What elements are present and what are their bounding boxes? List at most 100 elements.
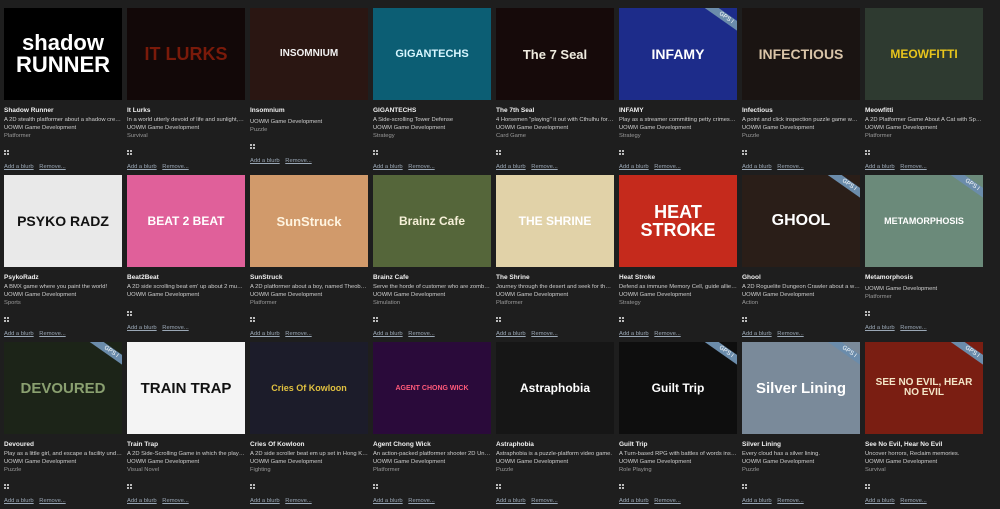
game-thumbnail[interactable]: PSYKO RADZ bbox=[4, 175, 122, 267]
game-title[interactable]: GIGANTECHS bbox=[373, 107, 491, 114]
game-developer[interactable]: UOWM Game Development bbox=[619, 292, 737, 298]
game-developer[interactable]: UOWM Game Development bbox=[4, 459, 122, 465]
game-developer[interactable]: UOWM Game Development bbox=[496, 292, 614, 298]
add-blurb-link[interactable]: Add a blurb bbox=[496, 164, 526, 170]
remove-link[interactable]: Remove... bbox=[285, 498, 311, 504]
remove-link[interactable]: Remove... bbox=[900, 498, 926, 504]
game-title[interactable]: Beat2Beat bbox=[127, 274, 245, 281]
remove-link[interactable]: Remove... bbox=[900, 325, 926, 331]
game-developer[interactable]: UOWM Game Development bbox=[250, 119, 368, 125]
game-developer[interactable]: UOWM Game Development bbox=[742, 125, 860, 131]
game-title[interactable]: Meowfitti bbox=[865, 107, 983, 114]
game-developer[interactable]: UOWM Game Development bbox=[865, 125, 983, 131]
add-blurb-link[interactable]: Add a blurb bbox=[865, 164, 895, 170]
game-title[interactable]: Heat Stroke bbox=[619, 274, 737, 281]
game-developer[interactable]: UOWM Game Development bbox=[373, 292, 491, 298]
add-blurb-link[interactable]: Add a blurb bbox=[4, 498, 34, 504]
remove-link[interactable]: Remove... bbox=[777, 498, 803, 504]
add-blurb-link[interactable]: Add a blurb bbox=[865, 325, 895, 331]
game-title[interactable]: Metamorphosis bbox=[865, 274, 983, 281]
game-thumbnail[interactable]: IT LURKS bbox=[127, 8, 245, 100]
game-title[interactable]: Cries Of Kowloon bbox=[250, 441, 368, 448]
add-blurb-link[interactable]: Add a blurb bbox=[127, 325, 157, 331]
game-thumbnail[interactable]: THE SHRINE bbox=[496, 175, 614, 267]
game-thumbnail[interactable]: GIGANTECHS bbox=[373, 8, 491, 100]
game-title[interactable]: The Shrine bbox=[496, 274, 614, 281]
game-thumbnail[interactable]: GPS I Guilt Trip bbox=[619, 342, 737, 434]
game-thumbnail[interactable]: GPS I INFAMY bbox=[619, 8, 737, 100]
remove-link[interactable]: Remove... bbox=[654, 164, 680, 170]
remove-link[interactable]: Remove... bbox=[408, 331, 434, 337]
game-thumbnail[interactable]: shadow RUNNER bbox=[4, 8, 122, 100]
remove-link[interactable]: Remove... bbox=[654, 331, 680, 337]
add-blurb-link[interactable]: Add a blurb bbox=[373, 498, 403, 504]
game-developer[interactable]: UOWM Game Development bbox=[865, 286, 983, 292]
game-title[interactable]: INFAMY bbox=[619, 107, 737, 114]
game-developer[interactable]: UOWM Game Development bbox=[250, 459, 368, 465]
game-thumbnail[interactable]: Cries Of Kowloon bbox=[250, 342, 368, 434]
game-title[interactable]: Infectious bbox=[742, 107, 860, 114]
game-thumbnail[interactable]: AGENT CHONG WICK bbox=[373, 342, 491, 434]
remove-link[interactable]: Remove... bbox=[285, 158, 311, 164]
add-blurb-link[interactable]: Add a blurb bbox=[865, 498, 895, 504]
add-blurb-link[interactable]: Add a blurb bbox=[619, 164, 649, 170]
add-blurb-link[interactable]: Add a blurb bbox=[250, 158, 280, 164]
add-blurb-link[interactable]: Add a blurb bbox=[619, 498, 649, 504]
remove-link[interactable]: Remove... bbox=[162, 325, 188, 331]
remove-link[interactable]: Remove... bbox=[531, 498, 557, 504]
game-thumbnail[interactable]: HEAT STROKE bbox=[619, 175, 737, 267]
game-thumbnail[interactable]: BEAT 2 BEAT bbox=[127, 175, 245, 267]
game-thumbnail[interactable]: MEOWFITTI bbox=[865, 8, 983, 100]
game-developer[interactable]: UOWM Game Development bbox=[742, 459, 860, 465]
remove-link[interactable]: Remove... bbox=[654, 498, 680, 504]
add-blurb-link[interactable]: Add a blurb bbox=[742, 498, 772, 504]
game-title[interactable]: Shadow Runner bbox=[4, 107, 122, 114]
game-developer[interactable]: UOWM Game Development bbox=[250, 292, 368, 298]
game-title[interactable]: SunStruck bbox=[250, 274, 368, 281]
game-thumbnail[interactable]: INSOMNIUM bbox=[250, 8, 368, 100]
add-blurb-link[interactable]: Add a blurb bbox=[496, 498, 526, 504]
add-blurb-link[interactable]: Add a blurb bbox=[250, 331, 280, 337]
add-blurb-link[interactable]: Add a blurb bbox=[127, 164, 157, 170]
game-title[interactable]: The 7th Seal bbox=[496, 107, 614, 114]
remove-link[interactable]: Remove... bbox=[777, 164, 803, 170]
game-developer[interactable]: UOWM Game Development bbox=[127, 125, 245, 131]
game-thumbnail[interactable]: GPS I METAMORPHOSIS bbox=[865, 175, 983, 267]
add-blurb-link[interactable]: Add a blurb bbox=[4, 331, 34, 337]
game-thumbnail[interactable]: TRAIN TRAP bbox=[127, 342, 245, 434]
game-developer[interactable]: UOWM Game Development bbox=[373, 125, 491, 131]
add-blurb-link[interactable]: Add a blurb bbox=[496, 331, 526, 337]
game-thumbnail[interactable]: GPS I SEE NO EVIL, HEAR NO EVIL bbox=[865, 342, 983, 434]
game-developer[interactable]: UOWM Game Development bbox=[127, 292, 245, 298]
remove-link[interactable]: Remove... bbox=[162, 498, 188, 504]
remove-link[interactable]: Remove... bbox=[777, 331, 803, 337]
game-developer[interactable]: UOWM Game Development bbox=[4, 125, 122, 131]
game-developer[interactable]: UOWM Game Development bbox=[373, 459, 491, 465]
add-blurb-link[interactable]: Add a blurb bbox=[373, 331, 403, 337]
game-developer[interactable]: UOWM Game Development bbox=[865, 459, 983, 465]
add-blurb-link[interactable]: Add a blurb bbox=[373, 164, 403, 170]
remove-link[interactable]: Remove... bbox=[900, 164, 926, 170]
remove-link[interactable]: Remove... bbox=[531, 164, 557, 170]
remove-link[interactable]: Remove... bbox=[39, 498, 65, 504]
remove-link[interactable]: Remove... bbox=[408, 498, 434, 504]
game-thumbnail[interactable]: GPS I DEVOURED bbox=[4, 342, 122, 434]
game-thumbnail[interactable]: Astraphobia bbox=[496, 342, 614, 434]
game-title[interactable]: Silver Lining bbox=[742, 441, 860, 448]
game-thumbnail[interactable]: Brainz Cafe bbox=[373, 175, 491, 267]
game-developer[interactable]: UOWM Game Development bbox=[4, 292, 122, 298]
game-developer[interactable]: UOWM Game Development bbox=[619, 459, 737, 465]
add-blurb-link[interactable]: Add a blurb bbox=[742, 331, 772, 337]
game-title[interactable]: Ghool bbox=[742, 274, 860, 281]
game-developer[interactable]: UOWM Game Development bbox=[742, 292, 860, 298]
game-thumbnail[interactable]: The 7 Seal bbox=[496, 8, 614, 100]
game-title[interactable]: Train Trap bbox=[127, 441, 245, 448]
game-thumbnail[interactable]: GPS I Silver Lining bbox=[742, 342, 860, 434]
add-blurb-link[interactable]: Add a blurb bbox=[127, 498, 157, 504]
remove-link[interactable]: Remove... bbox=[162, 164, 188, 170]
game-title[interactable]: It Lurks bbox=[127, 107, 245, 114]
game-developer[interactable]: UOWM Game Development bbox=[496, 459, 614, 465]
game-developer[interactable]: UOWM Game Development bbox=[619, 125, 737, 131]
remove-link[interactable]: Remove... bbox=[39, 331, 65, 337]
game-title[interactable]: Insomnium bbox=[250, 107, 368, 114]
